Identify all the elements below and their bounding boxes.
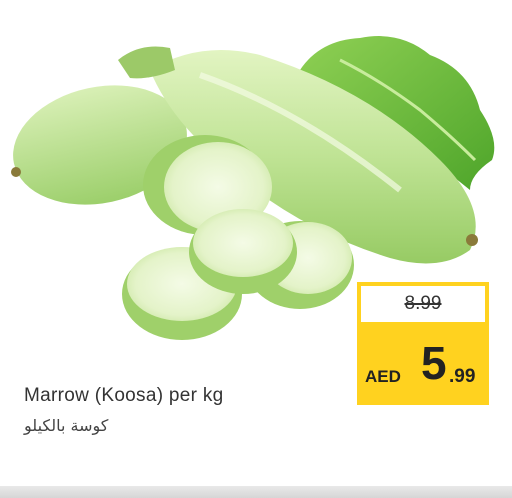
product-name-arabic: كوسة بالكيلو: [24, 416, 109, 435]
price-decimal: .99: [449, 366, 476, 387]
bottom-divider: [0, 486, 512, 498]
old-price-box: 8.99: [361, 286, 485, 322]
price-integer: 5: [421, 337, 447, 389]
old-price: 8.99: [404, 293, 442, 314]
zucchini-slice: [189, 209, 297, 294]
product-name[interactable]: Marrow (Koosa) per kg: [24, 385, 224, 407]
currency-label: AED: [365, 367, 401, 386]
price-tag: 8.99 AED 5 .99: [357, 282, 489, 405]
product-card[interactable]: 8.99 AED 5 .99 Marrow (Koosa) per kg كوس…: [0, 0, 512, 498]
